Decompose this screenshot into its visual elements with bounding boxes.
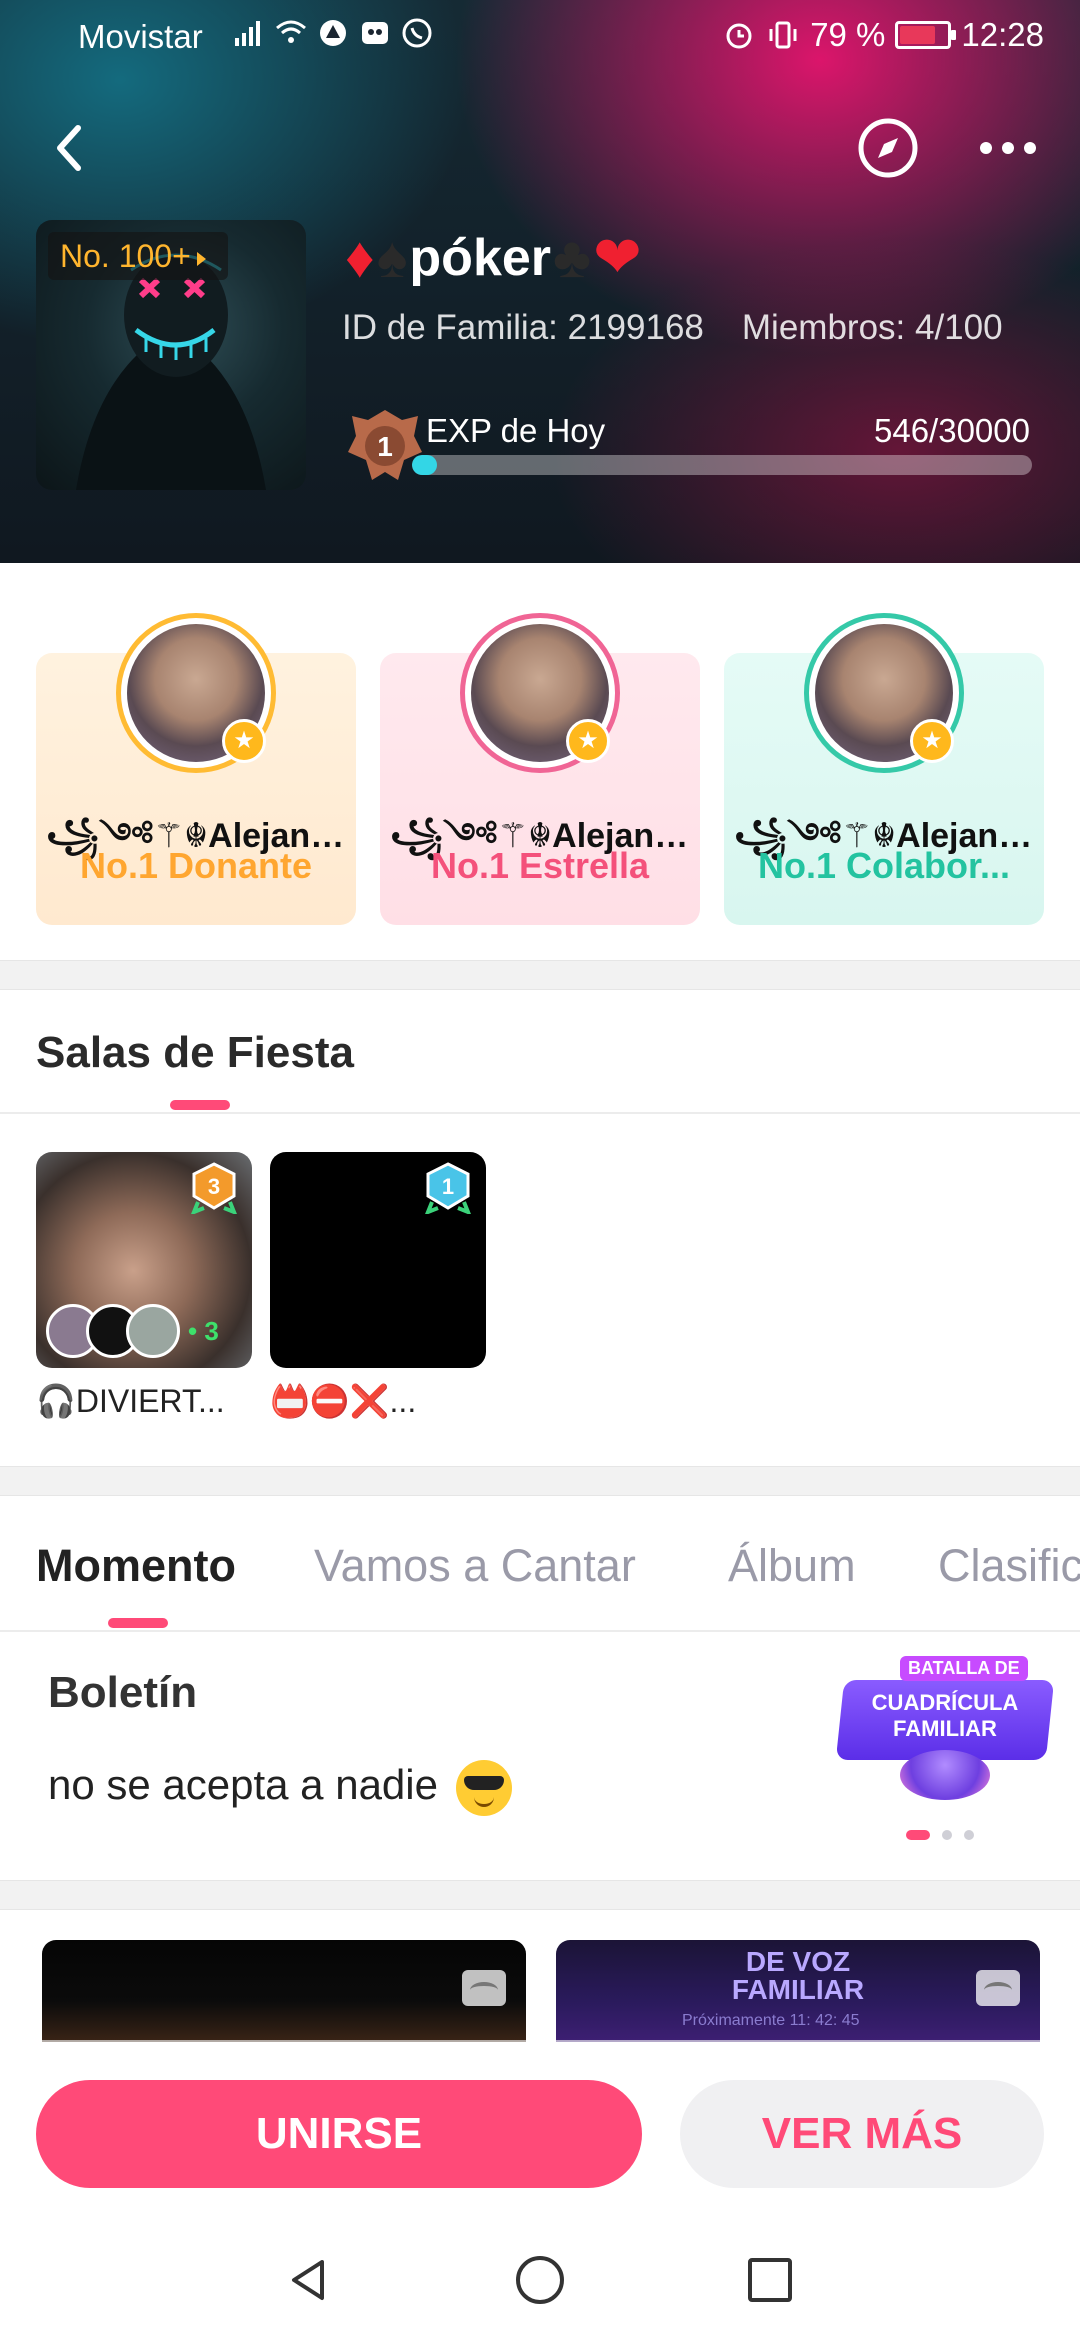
- image-icon: [462, 1970, 506, 2006]
- member-role: No.1 Colabor...: [757, 845, 1011, 886]
- tab-clasificacion[interactable]: Clasific: [938, 1540, 1080, 1592]
- room-member-count: • 3: [188, 1315, 219, 1346]
- see-more-button[interactable]: VER MÁS: [680, 2080, 1044, 2188]
- carousel-indicator: [906, 1830, 974, 1840]
- section-divider: [0, 1880, 1080, 1910]
- join-button[interactable]: UNIRSE: [36, 2080, 642, 2188]
- family-id: ID de Familia: 2199168: [342, 308, 704, 347]
- divider: [0, 1630, 1080, 1632]
- party-rooms-title: Salas de Fiesta: [36, 1028, 354, 1077]
- level-badge-icon: 3: [191, 1162, 237, 1214]
- room-thumbnail: 3 • 3: [36, 1152, 252, 1368]
- exp-value: 546/30000: [874, 412, 1030, 449]
- family-battle-banner[interactable]: BATALLA DE CUADRÍCULA FAMILIAR: [830, 1650, 1060, 1810]
- title-underline: [170, 1100, 230, 1110]
- bulletin-title: Boletín: [48, 1668, 198, 1717]
- section-divider: [0, 960, 1080, 990]
- battery-icon: [895, 21, 957, 49]
- top-star-card[interactable]: ★ ꧁༺⚚☬Alejand�... No.1 Estrella: [380, 605, 700, 925]
- chevron-right-icon: [196, 251, 206, 266]
- clock: 12:28: [961, 16, 1044, 53]
- party-room-card[interactable]: 3 • 3 🎧DIVIERT...: [36, 1152, 252, 1420]
- member-role: No.1 Donante: [79, 845, 312, 886]
- spade-suit-icon: ♠: [376, 225, 408, 290]
- star-icon: ★: [222, 719, 266, 763]
- status-bar: Movistar 79 % 12:28: [0, 0, 1080, 72]
- exp-progress-bar: [412, 455, 1032, 475]
- club-suit-icon: ♣: [553, 225, 592, 290]
- banner-line-1: BATALLA DE: [900, 1656, 1028, 1681]
- sunglasses-emoji-icon: [455, 1760, 512, 1816]
- banner-line-2: CUADRÍCULA FAMILIAR: [871, 1690, 1019, 1741]
- family-avatar[interactable]: No. 100+: [36, 220, 306, 490]
- tab-momento[interactable]: Momento: [36, 1540, 236, 1592]
- carousel-dot: [942, 1830, 952, 1840]
- nav-back-icon[interactable]: [282, 2252, 338, 2308]
- top-donor-card[interactable]: ★ ꧁༺⚚☬Alejand�... No.1 Donante: [36, 605, 356, 925]
- avatar: [126, 1304, 180, 1358]
- signal-icon: [235, 21, 260, 46]
- level-badge-icon: 1: [425, 1162, 471, 1214]
- media-preview[interactable]: [42, 1940, 526, 2042]
- family-header: Movistar 79 % 12:28 No. 100+ ♦ ♠ póker ♣…: [0, 0, 1080, 563]
- whatsapp-icon: [402, 18, 432, 48]
- carrier-label: Movistar: [78, 18, 203, 55]
- star-icon: ★: [566, 719, 610, 763]
- star-icon: ★: [910, 719, 954, 763]
- tab-indicator: [108, 1618, 168, 1628]
- family-name-text: póker: [409, 229, 552, 287]
- room-name: 🎧DIVIERT...: [36, 1383, 225, 1419]
- vibrate-icon: [769, 21, 797, 49]
- room-level: 3: [208, 1174, 220, 1199]
- room-level: 1: [442, 1174, 454, 1199]
- carousel-dot: [964, 1830, 974, 1840]
- family-meta: ID de Familia: 2199168 Miembros: 4/100: [342, 308, 1003, 348]
- top-contributor-card[interactable]: ★ ꧁༺⚚☬Alejand�... No.1 Colabor...: [724, 605, 1044, 925]
- system-nav-bar: [0, 2220, 1080, 2340]
- content-tabs: Momento Vamos a Cantar Álbum Clasific: [0, 1508, 1080, 1632]
- level-badge-icon: 1: [348, 410, 422, 480]
- status-icons-left: [232, 16, 434, 50]
- media-preview[interactable]: DE VOZ FAMILIAR Próximamente 11: 42: 45: [556, 1940, 1040, 2042]
- media-banner-text: DE VOZ FAMILIAR: [731, 1946, 865, 2005]
- ufo-icon: [900, 1750, 990, 1800]
- section-divider: [0, 1466, 1080, 1496]
- status-icons-right: 79 % 12:28: [722, 16, 1044, 54]
- heart-icon: ❤: [593, 225, 642, 290]
- nav-home-icon[interactable]: [512, 2252, 568, 2308]
- room-name: 📛⛔❌...: [270, 1383, 417, 1419]
- battery-percent: 79 %: [810, 16, 886, 53]
- room-thumbnail: 1: [270, 1152, 486, 1368]
- level-badge-number: 1: [377, 431, 393, 462]
- media-countdown: Próximamente 11: 42: 45: [682, 2012, 860, 2029]
- family-name: ♦ ♠ póker ♣ ❤: [345, 228, 642, 288]
- family-rank-tag[interactable]: No. 100+: [48, 232, 228, 280]
- back-arrow-icon[interactable]: [46, 118, 96, 178]
- app-icon: [362, 22, 388, 44]
- bulletin-text: no se acepta a nadie: [48, 1760, 512, 1816]
- party-room-card[interactable]: 1 📛⛔❌...: [270, 1152, 486, 1420]
- family-members-count: Miembros: 4/100: [741, 308, 1003, 347]
- carousel-dot: [906, 1830, 930, 1840]
- wifi-icon: [276, 20, 306, 43]
- app-icon: [320, 20, 346, 46]
- room-members: • 3: [46, 1304, 219, 1358]
- nav-recents-icon[interactable]: [742, 2252, 798, 2308]
- tab-vamos-a-cantar[interactable]: Vamos a Cantar: [314, 1540, 636, 1592]
- compass-icon[interactable]: [856, 116, 920, 180]
- tab-album[interactable]: Álbum: [728, 1540, 856, 1592]
- diamond-suit-icon: ♦: [345, 225, 375, 290]
- more-options-icon[interactable]: [976, 128, 1040, 168]
- image-icon: [976, 1970, 1020, 2006]
- exp-label: EXP de Hoy: [426, 412, 606, 449]
- divider: [0, 1112, 1080, 1114]
- member-role: No.1 Estrella: [430, 845, 650, 886]
- alarm-icon: [726, 23, 752, 49]
- exp-progress-fill: [412, 455, 437, 475]
